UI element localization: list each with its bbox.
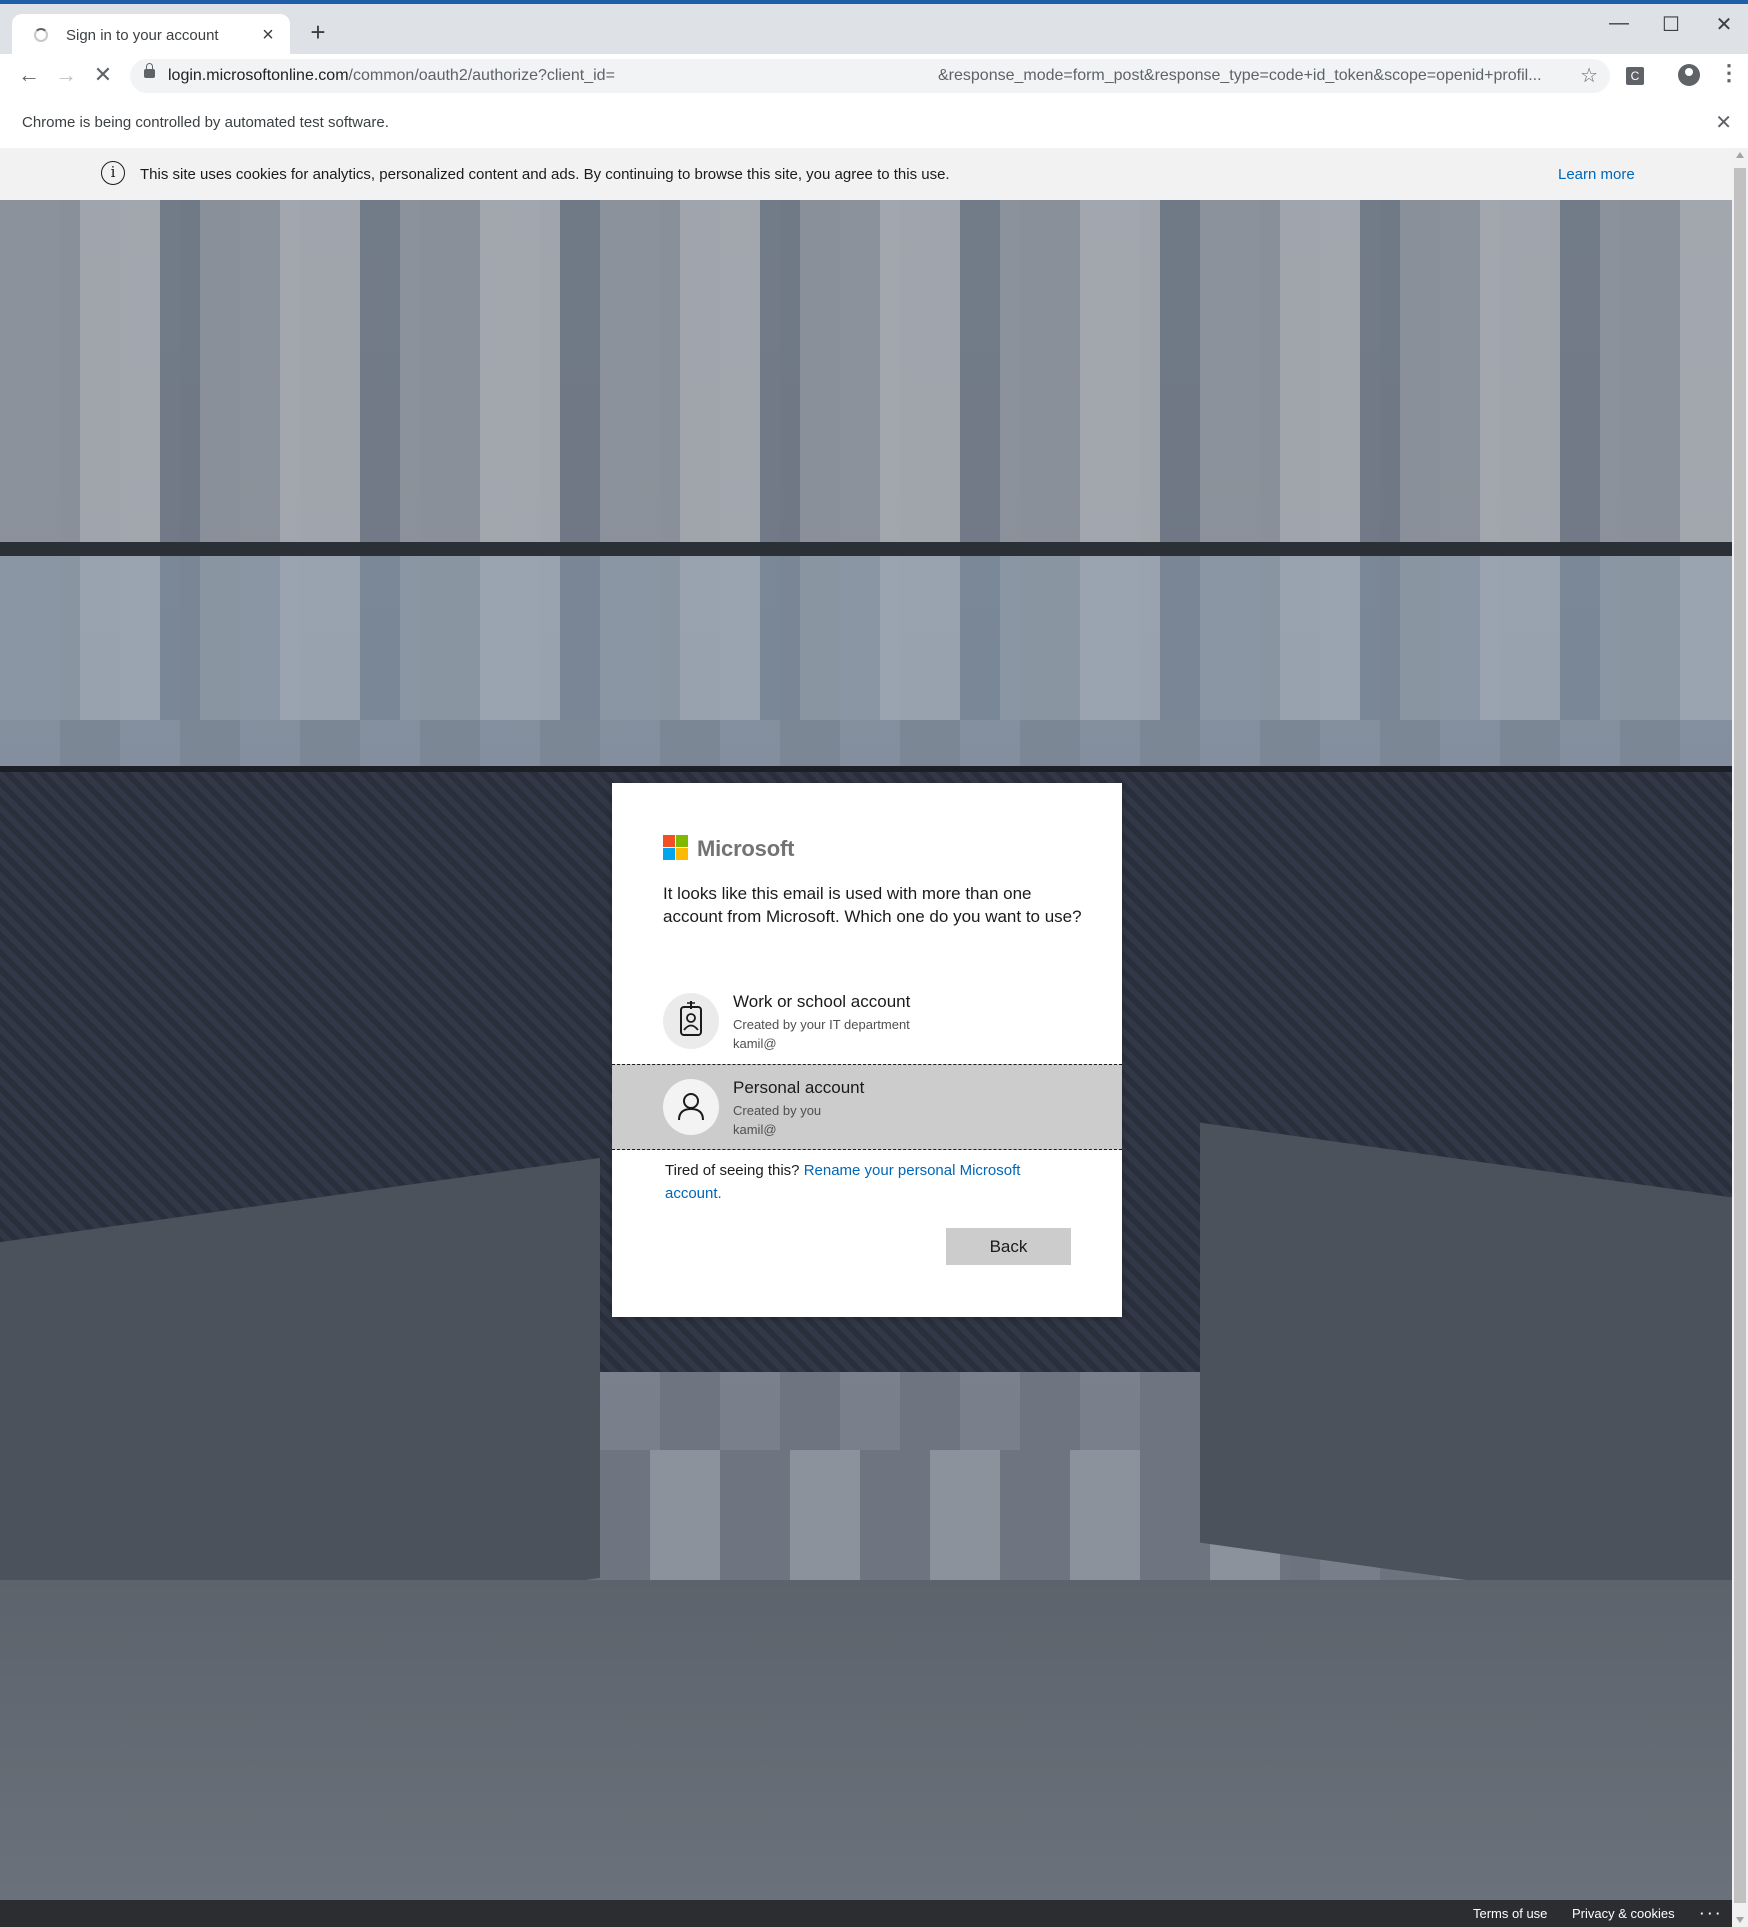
rename-hint-text: Tired of seeing this? — [665, 1162, 804, 1179]
privacy-link[interactable]: Privacy & cookies — [1572, 1906, 1675, 1921]
profile-icon[interactable] — [1678, 64, 1700, 86]
account-prompt: It looks like this email is used with mo… — [663, 884, 1082, 926]
background-floor-bottom — [0, 1580, 1732, 1927]
account-name: Work or school account — [733, 992, 911, 1011]
background-wall-right — [1200, 1122, 1732, 1618]
back-arrow-icon[interactable]: ← — [14, 62, 44, 88]
new-tab-button[interactable]: + — [304, 18, 332, 46]
address-bar[interactable]: login.microsoftonline.com/common/oauth2/… — [130, 59, 1610, 93]
extension-icon[interactable]: C — [1626, 67, 1644, 85]
account-name: Personal account — [733, 1078, 865, 1097]
scroll-down-icon[interactable] — [1736, 1917, 1744, 1923]
tab-title: Sign in to your account — [66, 27, 219, 44]
page-viewport: i This site uses cookies for analytics, … — [0, 148, 1732, 1927]
terms-link[interactable]: Terms of use — [1473, 1906, 1547, 1921]
account-description: Created by your IT department — [733, 1017, 910, 1032]
automation-infobar: Chrome is being controlled by automated … — [0, 98, 1748, 149]
logo-square-blue — [663, 848, 675, 860]
background-railing — [0, 542, 1732, 556]
url-path: /common/oauth2/authorize?client_id= — [348, 67, 615, 84]
logo-square-green — [676, 835, 688, 847]
browser-toolbar: ← → ✕ login.microsoftonline.com/common/o… — [0, 54, 1748, 98]
lock-icon[interactable] — [144, 63, 155, 78]
star-icon[interactable]: ☆ — [1580, 63, 1598, 88]
browser-chrome: Sign in to your account × + — ☐ ✕ ← → ✕ … — [0, 0, 1748, 149]
account-picker-dialog: Microsoft It looks like this email is us… — [612, 783, 1122, 1317]
cookie-banner-text: This site uses cookies for analytics, pe… — [140, 166, 950, 183]
account-email: kamil@ — [733, 1122, 777, 1137]
loading-spinner-icon — [34, 28, 48, 42]
scroll-thumb[interactable] — [1734, 168, 1746, 1903]
page-footer: Terms of use Privacy & cookies · · · — [0, 1900, 1732, 1927]
maximize-button[interactable]: ☐ — [1656, 12, 1686, 37]
tab-strip: Sign in to your account × + — ☐ ✕ — [0, 0, 1748, 58]
logo-square-yellow — [676, 848, 688, 860]
work-account-option[interactable]: Work or school account Created by your I… — [612, 979, 1122, 1063]
window-close-button[interactable]: ✕ — [1709, 12, 1739, 37]
url-host: login.microsoftonline.com — [168, 67, 349, 84]
vertical-scrollbar[interactable] — [1732, 148, 1748, 1927]
background-glass — [0, 556, 1732, 772]
url-tail: &response_mode=form_post&response_type=c… — [938, 67, 1542, 84]
tab-close-icon[interactable]: × — [256, 23, 280, 47]
back-button[interactable]: Back — [946, 1228, 1071, 1265]
tab-sign-in[interactable]: Sign in to your account × — [12, 14, 290, 58]
info-icon: i — [101, 161, 125, 185]
brand-wordmark: Microsoft — [697, 836, 795, 861]
learn-more-link[interactable]: Learn more — [1558, 166, 1635, 183]
url-text: login.microsoftonline.com/common/oauth2/… — [168, 67, 615, 85]
logo-square-red — [663, 835, 675, 847]
personal-account-option[interactable]: Personal account Created by you kamil@ — [612, 1064, 1122, 1150]
infobar-close-icon[interactable]: ✕ — [1715, 110, 1732, 135]
rename-hint: Tired of seeing this? Rename your person… — [665, 1159, 1065, 1205]
minimize-button[interactable]: — — [1604, 12, 1634, 35]
person-icon — [663, 1079, 719, 1135]
stop-loading-icon[interactable]: ✕ — [88, 62, 118, 88]
account-description: Created by you — [733, 1103, 822, 1118]
cookie-banner: i This site uses cookies for analytics, … — [0, 148, 1732, 200]
forward-arrow-icon[interactable]: → — [51, 62, 81, 88]
kebab-menu-icon[interactable]: ⋮ — [1718, 60, 1740, 86]
automation-message: Chrome is being controlled by automated … — [22, 114, 389, 131]
badge-icon — [663, 993, 719, 1049]
account-email: kamil@ — [733, 1036, 777, 1051]
scroll-up-icon[interactable] — [1736, 152, 1744, 158]
more-options-icon[interactable]: · · · — [1700, 1906, 1720, 1921]
